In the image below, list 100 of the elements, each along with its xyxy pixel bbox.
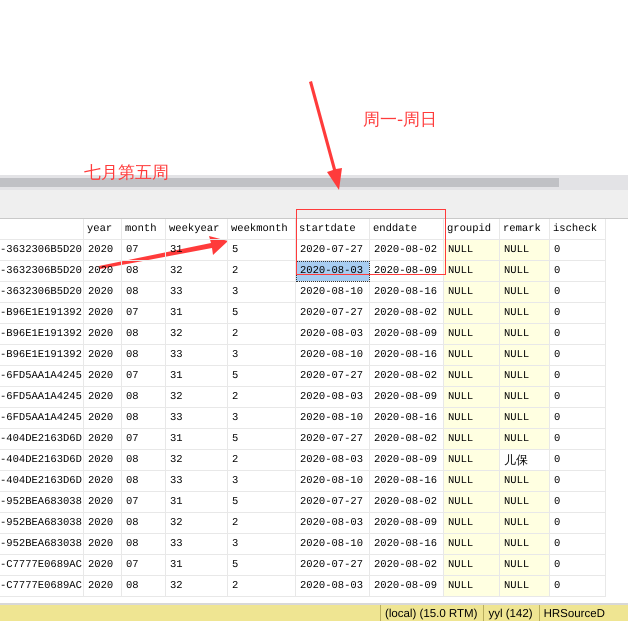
table-cell[interactable]: NULL bbox=[444, 303, 500, 324]
table-cell[interactable]: NULL bbox=[500, 429, 550, 450]
table-cell[interactable]: NULL bbox=[444, 240, 500, 261]
table-cell[interactable]: -404DE2163D6D bbox=[0, 429, 84, 450]
table-cell[interactable]: NULL bbox=[444, 513, 500, 534]
table-cell[interactable]: 2020-08-03 bbox=[296, 576, 370, 597]
table-cell[interactable]: NULL bbox=[500, 345, 550, 366]
table-cell[interactable]: NULL bbox=[500, 387, 550, 408]
table-cell[interactable]: NULL bbox=[444, 555, 500, 576]
column-header[interactable]: ischeck bbox=[550, 219, 606, 240]
table-cell[interactable]: 31 bbox=[166, 555, 228, 576]
table-cell[interactable]: -3632306B5D20 bbox=[0, 261, 84, 282]
table-cell[interactable]: 2020-07-27 bbox=[296, 555, 370, 576]
table-cell[interactable]: NULL bbox=[500, 576, 550, 597]
table-cell[interactable]: NULL bbox=[500, 324, 550, 345]
table-cell[interactable]: NULL bbox=[500, 240, 550, 261]
table-cell[interactable]: 0 bbox=[550, 534, 606, 555]
table-cell[interactable]: 5 bbox=[228, 429, 296, 450]
table-cell[interactable]: 2020 bbox=[84, 324, 122, 345]
column-header[interactable]: startdate bbox=[296, 219, 370, 240]
table-cell[interactable]: 2020 bbox=[84, 282, 122, 303]
table-cell[interactable]: 0 bbox=[550, 471, 606, 492]
table-cell[interactable]: 3 bbox=[228, 471, 296, 492]
table-cell[interactable]: -B96E1E191392 bbox=[0, 324, 84, 345]
table-cell[interactable]: 2020 bbox=[84, 366, 122, 387]
table-cell[interactable]: NULL bbox=[444, 471, 500, 492]
table-cell[interactable]: 31 bbox=[166, 429, 228, 450]
table-cell[interactable]: 31 bbox=[166, 303, 228, 324]
column-header[interactable]: weekmonth bbox=[228, 219, 296, 240]
table-cell[interactable]: 2020 bbox=[84, 240, 122, 261]
table-cell[interactable]: 5 bbox=[228, 240, 296, 261]
table-cell[interactable]: 0 bbox=[550, 429, 606, 450]
table-cell[interactable]: 08 bbox=[122, 450, 166, 471]
table-cell[interactable]: 3 bbox=[228, 282, 296, 303]
column-header[interactable]: month bbox=[122, 219, 166, 240]
table-cell[interactable]: NULL bbox=[500, 555, 550, 576]
table-cell[interactable]: 5 bbox=[228, 555, 296, 576]
table-cell[interactable]: NULL bbox=[444, 408, 500, 429]
table-cell[interactable]: 32 bbox=[166, 576, 228, 597]
table-cell[interactable]: 08 bbox=[122, 513, 166, 534]
table-cell[interactable]: 2020 bbox=[84, 513, 122, 534]
table-cell[interactable]: 2020-08-10 bbox=[296, 471, 370, 492]
table-cell[interactable]: 2020 bbox=[84, 303, 122, 324]
table-cell[interactable]: 2020 bbox=[84, 429, 122, 450]
table-cell[interactable]: 07 bbox=[122, 303, 166, 324]
column-header[interactable]: year bbox=[84, 219, 122, 240]
table-cell[interactable]: 3 bbox=[228, 345, 296, 366]
table-cell[interactable]: 2020 bbox=[84, 345, 122, 366]
table-cell[interactable]: NULL bbox=[500, 471, 550, 492]
table-cell[interactable]: NULL bbox=[500, 492, 550, 513]
table-cell[interactable]: 33 bbox=[166, 345, 228, 366]
table-cell[interactable]: 2020 bbox=[84, 492, 122, 513]
table-cell[interactable]: 0 bbox=[550, 324, 606, 345]
table-cell[interactable]: 0 bbox=[550, 303, 606, 324]
table-cell[interactable]: 07 bbox=[122, 429, 166, 450]
table-cell[interactable]: NULL bbox=[500, 513, 550, 534]
table-cell[interactable]: 2020-08-03 bbox=[296, 387, 370, 408]
table-cell[interactable]: 2020-08-10 bbox=[296, 345, 370, 366]
table-cell[interactable]: 0 bbox=[550, 513, 606, 534]
table-cell[interactable]: 33 bbox=[166, 534, 228, 555]
table-cell[interactable]: -952BEA683038 bbox=[0, 492, 84, 513]
table-cell[interactable]: NULL bbox=[500, 303, 550, 324]
table-cell[interactable]: -952BEA683038 bbox=[0, 513, 84, 534]
table-cell[interactable]: -6FD5AA1A4245 bbox=[0, 366, 84, 387]
table-cell[interactable]: 0 bbox=[550, 261, 606, 282]
table-cell[interactable]: 2 bbox=[228, 450, 296, 471]
table-cell[interactable]: 0 bbox=[550, 576, 606, 597]
table-cell[interactable]: -B96E1E191392 bbox=[0, 303, 84, 324]
table-cell[interactable]: NULL bbox=[444, 429, 500, 450]
table-cell[interactable]: 0 bbox=[550, 408, 606, 429]
table-cell[interactable]: NULL bbox=[444, 345, 500, 366]
table-cell[interactable]: -404DE2163D6D bbox=[0, 450, 84, 471]
table-cell[interactable]: NULL bbox=[444, 324, 500, 345]
table-cell[interactable]: 2020-07-27 bbox=[296, 492, 370, 513]
table-cell[interactable]: 08 bbox=[122, 324, 166, 345]
table-cell[interactable]: NULL bbox=[444, 282, 500, 303]
table-cell[interactable]: 31 bbox=[166, 366, 228, 387]
table-cell[interactable]: 32 bbox=[166, 387, 228, 408]
table-cell[interactable]: 2 bbox=[228, 261, 296, 282]
table-cell[interactable]: 33 bbox=[166, 408, 228, 429]
table-cell[interactable]: 2020-08-10 bbox=[296, 408, 370, 429]
table-cell[interactable]: 2020-08-03 bbox=[296, 324, 370, 345]
table-cell[interactable]: NULL bbox=[444, 366, 500, 387]
table-cell[interactable]: 5 bbox=[228, 492, 296, 513]
table-cell[interactable]: -6FD5AA1A4245 bbox=[0, 387, 84, 408]
table-cell[interactable]: 08 bbox=[122, 387, 166, 408]
table-cell[interactable]: -3632306B5D20 bbox=[0, 282, 84, 303]
table-cell[interactable]: 2020-08-03 bbox=[296, 513, 370, 534]
table-cell[interactable]: 33 bbox=[166, 471, 228, 492]
table-cell[interactable]: 2 bbox=[228, 387, 296, 408]
table-cell[interactable]: 2020-08-03 bbox=[296, 450, 370, 471]
table-cell[interactable]: 5 bbox=[228, 366, 296, 387]
table-cell[interactable]: 2020 bbox=[84, 450, 122, 471]
table-cell[interactable]: NULL bbox=[500, 408, 550, 429]
table-cell[interactable]: 2020-07-27 bbox=[296, 366, 370, 387]
table-cell[interactable]: -6FD5AA1A4245 bbox=[0, 408, 84, 429]
table-cell[interactable]: 2020-07-27 bbox=[296, 429, 370, 450]
table-cell[interactable]: 32 bbox=[166, 450, 228, 471]
table-cell[interactable]: 32 bbox=[166, 261, 228, 282]
table-cell[interactable]: NULL bbox=[444, 534, 500, 555]
